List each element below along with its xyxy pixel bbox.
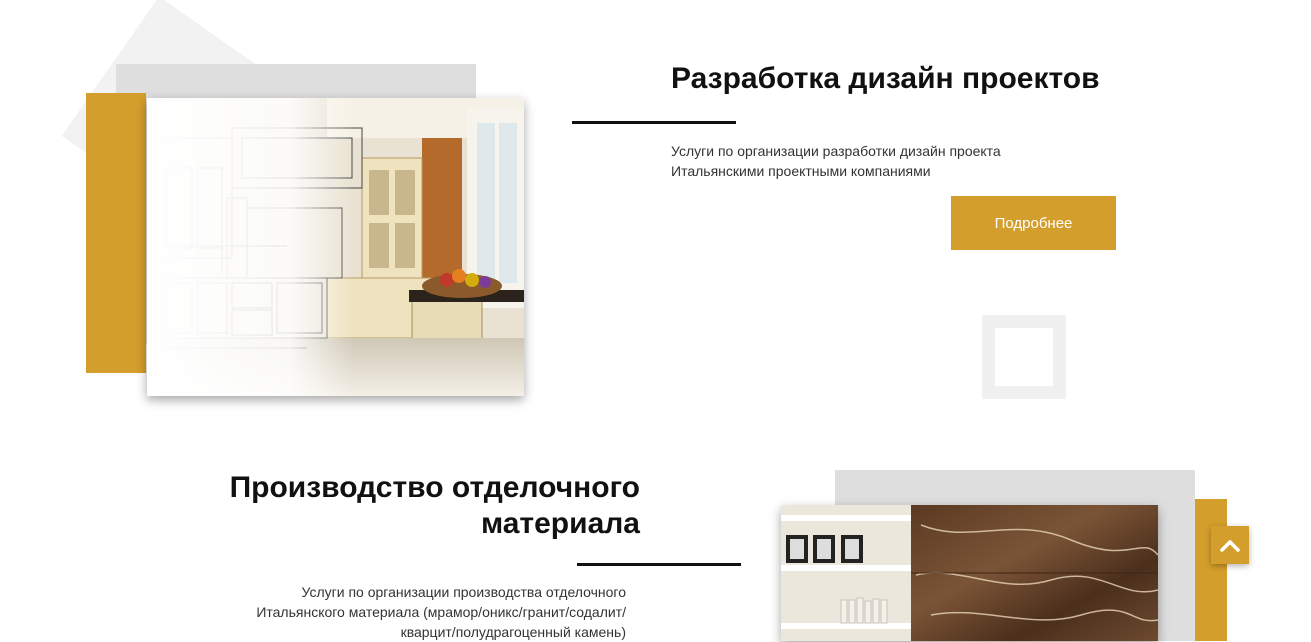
description-line: Услуги по организации производства отдел… xyxy=(301,584,626,600)
marble-interior-image xyxy=(781,505,1158,641)
section-description-design: Услуги по организации разработки дизайн … xyxy=(671,141,1091,181)
scroll-to-top-button[interactable] xyxy=(1211,526,1249,564)
section-title-design: Разработка дизайн проектов xyxy=(671,62,1100,95)
title-underline-2 xyxy=(577,563,741,566)
description-line: Услуги по организации разработки дизайн … xyxy=(671,143,1001,159)
more-details-button[interactable]: Подробнее xyxy=(951,196,1116,250)
title-underline xyxy=(572,121,736,124)
decorative-hollow-square xyxy=(982,315,1066,399)
title-line: Производство отделочного xyxy=(229,471,640,504)
description-line: кварцит/полудрагоценный камень) xyxy=(400,624,626,640)
section-title-materials: Производство отделочного материала xyxy=(180,470,640,542)
description-line: Итальянского материала (мрамор/оникс/гра… xyxy=(256,604,626,620)
kitchen-design-image xyxy=(147,98,524,396)
decorative-gold-block xyxy=(86,93,146,373)
section-description-materials: Услуги по организации производства отдел… xyxy=(200,582,626,642)
title-line: материала xyxy=(480,507,640,540)
decorative-gold-block-2 xyxy=(1195,499,1227,641)
chevron-up-icon xyxy=(1220,540,1240,552)
description-line: Итальянскими проектными компаниями xyxy=(671,163,931,179)
